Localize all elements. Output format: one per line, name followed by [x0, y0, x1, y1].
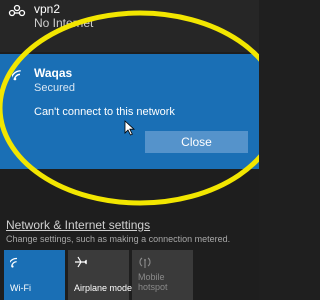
vpn-icon: [8, 4, 26, 17]
network-settings-link[interactable]: Network & Internet settings: [6, 218, 150, 232]
airplane-mode-tile[interactable]: Airplane mode: [68, 250, 133, 300]
quick-action-tiles: Wi-Fi Airplane mode Mobile hotspot: [0, 250, 259, 300]
close-button[interactable]: Close: [145, 131, 248, 153]
wifi-toggle-tile[interactable]: Wi-Fi: [4, 250, 65, 300]
vpn-name: vpn2: [34, 2, 61, 16]
airplane-icon: [75, 256, 87, 268]
tile-label: Airplane mode: [74, 283, 133, 293]
vpn-list-item[interactable]: vpn2 No Internet: [0, 0, 259, 52]
mobile-hotspot-tile[interactable]: Mobile hotspot: [132, 250, 193, 300]
wifi-icon: [12, 70, 21, 81]
network-flyout: vpn2 No Internet Waqas Secured Can't con…: [0, 0, 259, 300]
network-settings-description: Change settings, such as making a connec…: [6, 234, 231, 244]
tile-label: Mobile hotspot: [138, 272, 168, 292]
connection-error-message: Can't connect to this network: [34, 106, 175, 118]
wifi-icon: [10, 257, 18, 268]
tile-label: Wi-Fi: [10, 283, 31, 293]
network-name: Waqas: [34, 66, 73, 80]
network-security-status: Secured: [34, 82, 75, 94]
mouse-cursor-icon: [124, 120, 136, 136]
hotspot-icon: [139, 257, 151, 268]
wifi-network-item-expanded[interactable]: Waqas Secured Can't connect to this netw…: [0, 54, 259, 169]
vpn-status: No Internet: [34, 16, 94, 30]
